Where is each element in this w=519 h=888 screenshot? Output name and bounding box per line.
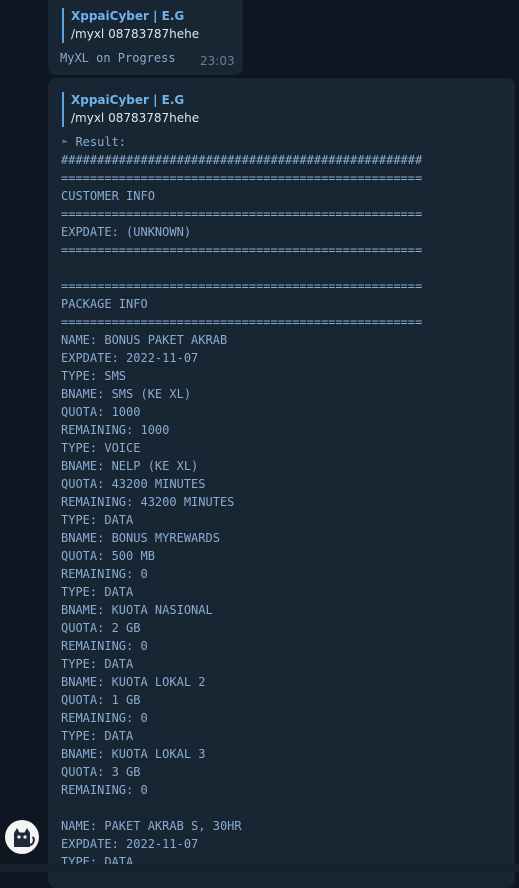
result-line: TYPE: DATA [61, 657, 134, 671]
result-line: BNAME: BONUS MYREWARDS [61, 531, 220, 545]
reply-quote[interactable]: XppaiCyber | E.G /myxl 08783787hehe [62, 8, 199, 43]
result-line: REMAINING: 43200 MINUTES [61, 495, 235, 509]
avatar[interactable] [5, 820, 39, 854]
bottom-divider [0, 864, 519, 872]
result-line: REMAINING: 0 [61, 639, 148, 653]
result-line: ========================================… [61, 243, 423, 257]
result-line: QUOTA: 500 MB [61, 549, 155, 563]
message-text: MyXL on Progress [60, 51, 176, 65]
reply-text: /myxl 08783787hehe [71, 27, 200, 41]
result-line: QUOTA: 1 GB [61, 693, 141, 707]
result-line: REMAINING: 0 [61, 567, 148, 581]
result-line: ########################################… [61, 153, 423, 167]
result-line: EXPDATE: 2022-11-07 [61, 837, 199, 851]
result-text: ➣ Result: ###############################… [61, 133, 422, 871]
result-line: ========================================… [61, 207, 423, 221]
reply-quote[interactable]: XppaiCyber | E.G /myxl 08783787hehe [62, 92, 199, 127]
result-line: BNAME: SMS (KE XL) [61, 387, 192, 401]
result-line [61, 259, 422, 277]
result-line: REMAINING: 0 [61, 711, 148, 725]
result-line: QUOTA: 43200 MINUTES [61, 477, 206, 491]
result-line: TYPE: DATA [61, 585, 134, 599]
result-line: ========================================… [61, 315, 423, 329]
result-line: EXPDATE: 2022-11-07 [61, 351, 199, 365]
reply-author: XppaiCyber | E.G [71, 9, 185, 23]
result-line: REMAINING: 1000 [61, 423, 170, 437]
result-line: CUSTOMER INFO [61, 189, 155, 203]
result-line: TYPE: DATA [61, 513, 134, 527]
result-line: TYPE: VOICE [61, 441, 141, 455]
reply-text: /myxl 08783787hehe [71, 111, 200, 125]
result-line: ➣ Result: [61, 135, 127, 149]
message-bubble-result[interactable]: XppaiCyber | E.G /myxl 08783787hehe ➣ Re… [48, 78, 515, 888]
result-line: BNAME: KUOTA NASIONAL [61, 603, 213, 617]
result-line: ========================================… [61, 171, 423, 185]
message-bubble-progress[interactable]: XppaiCyber | E.G /myxl 08783787hehe MyXL… [48, 0, 243, 75]
result-line: QUOTA: 1000 [61, 405, 141, 419]
cat-icon [14, 828, 35, 847]
message-time: 23:03 [200, 54, 235, 68]
result-line: NAME: PAKET AKRAB S, 30HR [61, 819, 242, 833]
reply-author: XppaiCyber | E.G [71, 93, 185, 107]
result-line: BNAME: KUOTA LOKAL 3 [61, 747, 206, 761]
result-line [61, 799, 422, 817]
result-line: TYPE: SMS [61, 369, 127, 383]
result-line: QUOTA: 2 GB [61, 621, 141, 635]
result-line: REMAINING: 0 [61, 783, 148, 797]
result-line: NAME: BONUS PAKET AKRAB [61, 333, 228, 347]
result-line: QUOTA: 3 GB [61, 765, 141, 779]
result-line: TYPE: DATA [61, 729, 134, 743]
result-line: PACKAGE INFO [61, 297, 148, 311]
result-line: BNAME: KUOTA LOKAL 2 [61, 675, 206, 689]
result-line: ========================================… [61, 279, 423, 293]
result-line: EXPDATE: (UNKNOWN) [61, 225, 192, 239]
result-line: BNAME: NELP (KE XL) [61, 459, 199, 473]
